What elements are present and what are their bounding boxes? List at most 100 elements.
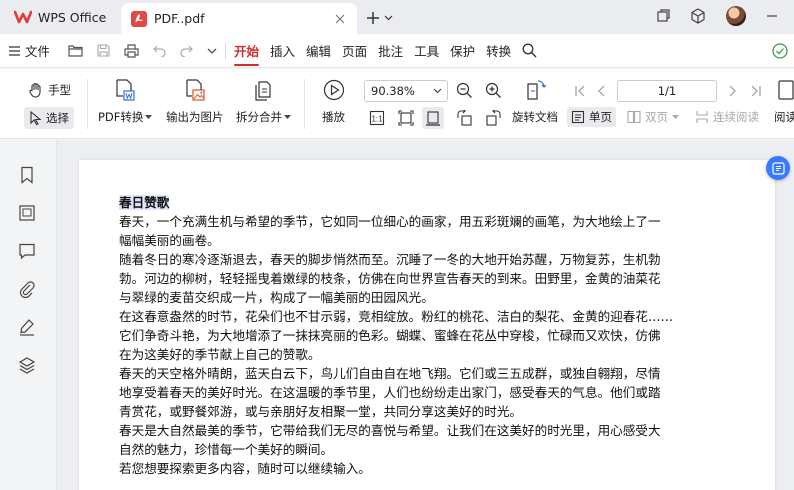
double-page-icon [627, 110, 641, 124]
undo-icon[interactable] [153, 45, 166, 57]
play-icon [323, 79, 345, 101]
rotate-left-icon[interactable] [456, 110, 473, 127]
double-page-label: 双页 [645, 110, 668, 124]
text-line: 若您想要探索更多内容，随时可以继续输入。 [119, 461, 371, 476]
wps-logo-icon [14, 10, 32, 24]
window-controls [656, 6, 794, 26]
text-line: 青赏花，或野餐郊游，或与亲朋好友相聚一堂，共同分享这美好的时光。 [119, 404, 522, 419]
document-tab-label: PDF..pdf [154, 11, 205, 26]
rotate-document-button[interactable]: 旋转文档 [512, 79, 558, 125]
ribbon-toolbar: 手型 选择 PDF转换 输出为图片 拆分合并 播放 90.38% 1:1 旋转文… [0, 69, 794, 139]
layers-icon[interactable] [18, 356, 38, 376]
rotate-document-label: 旋转文档 [512, 110, 558, 124]
new-tab-button[interactable] [366, 8, 393, 28]
tab-protect[interactable]: 保护 [450, 35, 475, 66]
document-title: 春日赞歌 [119, 193, 729, 212]
first-page-icon[interactable] [574, 85, 586, 97]
tab-edit[interactable]: 编辑 [306, 35, 331, 66]
comment-icon[interactable] [18, 242, 38, 262]
close-tab-icon[interactable] [329, 8, 351, 30]
next-page-icon[interactable] [727, 85, 737, 97]
tab-convert[interactable]: 转换 [486, 35, 511, 66]
pdf-to-word-icon [114, 79, 136, 101]
ai-assistant-button[interactable] [766, 156, 790, 180]
left-sidebar [0, 140, 57, 490]
text-line: 幅幅美丽的画卷。 [119, 233, 220, 248]
actual-size-icon[interactable]: 1:1 [369, 110, 385, 126]
thumbnail-icon[interactable] [18, 204, 38, 224]
continuous-reading-button[interactable]: 连续阅读 [695, 109, 759, 125]
search-icon[interactable] [522, 43, 537, 58]
open-folder-icon[interactable] [68, 44, 83, 57]
minimize-icon[interactable] [766, 10, 778, 22]
document-tab[interactable]: PDF..pdf [121, 3, 357, 34]
hand-tool-button[interactable]: 手型 [28, 82, 71, 98]
tab-page[interactable]: 页面 [342, 35, 367, 66]
page-number-input[interactable]: 1/1 [617, 80, 717, 102]
fit-page-icon[interactable] [398, 110, 414, 126]
single-page-label: 单页 [589, 110, 612, 124]
text-line: 随着冬日的寒冷逐渐退去，春天的脚步悄然而至。沉睡了一冬的大地开始苏醒，万物复苏，… [119, 252, 661, 267]
tab-home[interactable]: 开始 [234, 35, 260, 66]
double-page-button[interactable]: 双页 [627, 109, 679, 125]
single-page-button[interactable]: 单页 [567, 107, 616, 127]
last-page-icon[interactable] [750, 85, 762, 97]
select-tool-button[interactable]: 选择 [24, 107, 74, 129]
text-line: 地享受着春天的美好时光。在这温暖的季节里，人们也纷纷走出家门，感受春天的气息。他… [119, 385, 661, 400]
more-chevron-icon[interactable] [207, 48, 217, 54]
continuous-reading-icon [695, 110, 709, 124]
print-icon[interactable] [124, 43, 139, 58]
reading-mode-icon[interactable] [778, 80, 794, 100]
tab-insert[interactable]: 插入 [270, 35, 295, 66]
wps-office-label: WPS Office [38, 9, 107, 25]
pdf-convert-button[interactable]: PDF转换 [98, 79, 153, 125]
chevron-down-icon [384, 15, 393, 21]
bookmark-icon[interactable] [18, 166, 38, 186]
page-indicator: 1/1 [657, 84, 677, 98]
save-icon[interactable] [97, 44, 110, 57]
text-line: 春天的天空格外晴朗，蓝天白云下，鸟儿们自由自在地飞翔。它们或三五成群，或独自翱翔… [119, 366, 661, 381]
play-label: 播放 [322, 110, 345, 124]
previous-page-icon[interactable] [597, 85, 607, 97]
plus-icon [366, 11, 380, 25]
file-menu[interactable]: 文件 [9, 41, 50, 60]
wps-office-tab[interactable]: WPS Office [6, 4, 114, 30]
chevron-down-icon [433, 88, 442, 94]
svg-text:1:1: 1:1 [371, 115, 383, 124]
zoom-in-icon[interactable] [485, 82, 502, 99]
fit-width-icon[interactable] [422, 107, 444, 129]
title-bar: WPS Office PDF..pdf [0, 0, 794, 34]
pdf-convert-label: PDF转换 [98, 110, 144, 124]
split-merge-label-row: 拆分合并 [236, 109, 291, 125]
quick-access-toolbar [68, 43, 217, 58]
ai-assistant-icon [771, 161, 785, 175]
reading-mode-button[interactable]: 阅读 [774, 109, 794, 125]
split-merge-button[interactable]: 拆分合并 [236, 79, 291, 125]
export-image-button[interactable]: 输出为图片 [166, 79, 224, 125]
play-button[interactable]: 播放 [322, 79, 345, 125]
attachment-icon[interactable] [18, 280, 38, 300]
user-avatar[interactable] [726, 6, 746, 26]
tab-tools[interactable]: 工具 [414, 35, 439, 66]
file-menu-label: 文件 [25, 44, 51, 59]
cube-icon[interactable] [690, 8, 706, 24]
redo-icon[interactable] [180, 45, 193, 57]
tab-restore-icon[interactable] [656, 9, 670, 23]
wps-pdf-window: { "titlebar": { "app_tab": "WPS Office",… [0, 0, 794, 490]
pdf-file-icon [131, 10, 147, 27]
rotate-right-icon[interactable] [485, 110, 502, 127]
export-image-label: 输出为图片 [166, 110, 224, 124]
zoom-out-icon[interactable] [456, 82, 473, 99]
cursor-arrow-icon [29, 111, 42, 125]
tab-annotate[interactable]: 批注 [378, 35, 403, 66]
document-view[interactable]: 春日赞歌 春天，一个充满生机与希望的季节，它如同一位细心的画家，用五彩斑斓的画笔… [57, 140, 794, 490]
cloud-sync-icon[interactable] [772, 43, 788, 59]
zoom-select[interactable]: 90.38% [364, 80, 448, 102]
text-line: 勃。河边的柳树，轻轻摇曳着嫩绿的枝条，仿佛在向世界宣告春天的到来。田野里，金黄的… [119, 271, 661, 286]
signature-icon[interactable] [18, 318, 38, 338]
text-line: 在为这美好的季节献上自己的赞歌。 [119, 347, 321, 362]
pdf-page: 春日赞歌 春天，一个充满生机与希望的季节，它如同一位细心的画家，用五彩斑斓的画笔… [79, 160, 775, 490]
dropdown-caret-icon [672, 114, 679, 120]
split-merge-label: 拆分合并 [236, 110, 282, 124]
split-merge-icon [253, 79, 275, 101]
